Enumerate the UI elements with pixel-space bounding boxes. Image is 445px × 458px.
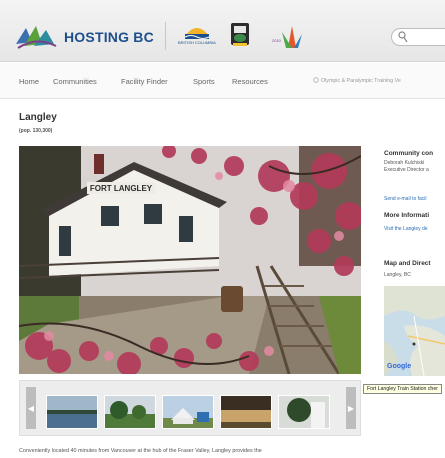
community-photo[interactable]: FORT LANGLEY (19, 146, 361, 374)
logo-text: HOSTING BC (64, 29, 154, 45)
main-nav: Home Communities Facility Finder Sports … (0, 63, 445, 99)
nav-olympic-training-label: Olympic & Paralympic Training Ve (321, 78, 401, 84)
page-title: Langley (19, 112, 57, 123)
intro-paragraph: Conveniently located 40 minutes from Van… (19, 448, 262, 454)
search-icon (398, 31, 408, 43)
chevron-right-icon: ▶ (347, 403, 355, 413)
nav-item-facility-finder[interactable]: Facility Finder (121, 77, 168, 86)
thumbnail-1[interactable] (46, 395, 98, 429)
search-input[interactable] (391, 28, 445, 46)
map-directions-heading: Map and Direct (384, 260, 431, 267)
crest-icon (231, 23, 249, 46)
contact-role: Executive Director a (384, 167, 429, 173)
thumbnail-image (105, 396, 155, 428)
nav-item-home[interactable]: Home (19, 77, 39, 86)
langley-website-link[interactable]: Visit the Langley de (384, 226, 428, 232)
photo-thumbnail-carousel: ◀ ▶ (19, 380, 361, 436)
site-header: HOSTING BC BRITISH COLUMBIA 2010 (0, 0, 445, 62)
contact-name: Deborah Kulchiski (384, 160, 425, 166)
header-divider (165, 22, 166, 50)
thumbnail-image (279, 396, 329, 428)
carousel-prev-button[interactable]: ◀ (26, 387, 36, 429)
location-map[interactable]: Google (384, 286, 445, 376)
nav-item-communities[interactable]: Communities (53, 77, 97, 86)
nav-item-sports[interactable]: Sports (193, 77, 215, 86)
thumbnail-image (47, 396, 97, 428)
thumbnail-image (221, 396, 271, 428)
british-columbia-logo[interactable]: BRITISH COLUMBIA (178, 22, 216, 45)
google-map-logo: Google (387, 363, 412, 370)
bc-logo-caption: BRITISH COLUMBIA (178, 40, 216, 45)
more-information-heading: More Informati (384, 212, 430, 219)
hosting-bc-logo[interactable]: HOSTING BC (14, 20, 154, 54)
photo-caption-tooltip: Fort Langley Train Station cher (363, 384, 442, 394)
fort-langley-station-image: FORT LANGLEY (19, 146, 361, 374)
thumbnail-4[interactable] (220, 395, 272, 429)
thumbnail-3[interactable] (162, 395, 214, 429)
chevron-left-icon: ◀ (27, 403, 35, 413)
games-legacy-logo[interactable]: 2010 (272, 22, 306, 52)
nav-item-resources[interactable]: Resources (232, 77, 268, 86)
community-contact-heading: Community con (384, 150, 434, 157)
thumbnail-2[interactable] (104, 395, 156, 429)
bc-sun-icon (184, 28, 210, 39)
nav-olympic-training-link[interactable]: Olympic & Paralympic Training Ve (313, 77, 401, 84)
map-location-label: Langley, BC (384, 272, 411, 278)
carousel-next-button[interactable]: ▶ (346, 387, 356, 429)
population-label: (pop. 130,300) (19, 128, 53, 134)
station-sign: FORT LANGLEY (90, 184, 153, 193)
thumbnail-5[interactable] (278, 395, 330, 429)
hosting-bc-emblem-icon (16, 26, 57, 49)
thumbnail-image (163, 396, 213, 428)
legacy-emblem-icon: 2010 (272, 26, 302, 48)
olympic-icon (313, 77, 319, 83)
partner-crest-logo[interactable] (229, 22, 251, 48)
send-email-link[interactable]: Send e-mail to facil (384, 196, 427, 202)
svg-text:2010: 2010 (272, 38, 282, 43)
